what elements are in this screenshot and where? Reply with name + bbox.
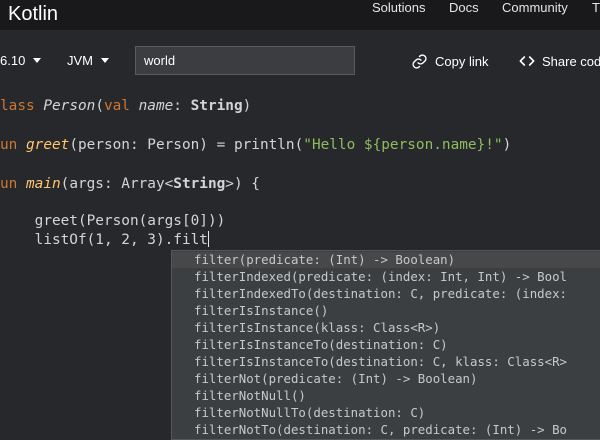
autocomplete-item[interactable]: filterNotNull()	[172, 388, 600, 404]
text-cursor	[207, 231, 209, 247]
function-call-token: listOf	[34, 232, 87, 248]
autocomplete-item[interactable]: filterIsInstanceTo(destination: C, klass…	[172, 354, 600, 370]
code-line-5: listOf(1, 2, 3).filt	[0, 231, 209, 248]
share-code-label: Share cod	[542, 53, 600, 69]
autocomplete-item[interactable]: filterIndexedTo(destination: C, predicat…	[172, 286, 600, 302]
string-literal-token: "Hello ${person.name}!"	[303, 137, 503, 153]
link-icon	[412, 54, 427, 69]
punctuation-token: )	[502, 137, 512, 153]
code-token: (args: Array<	[60, 176, 174, 192]
code-line-1: lass Person(val name: String)	[0, 98, 251, 114]
chevron-down-icon	[101, 58, 109, 63]
indent-token	[0, 213, 35, 229]
autocomplete-item[interactable]: filterIndexed(predicate: (index: Int, In…	[172, 269, 600, 285]
code-line-2: un greet(person: Person) = println("Hell…	[0, 137, 511, 153]
program-arguments-input[interactable]	[135, 46, 355, 75]
nav-solutions-link[interactable]: Solutions	[372, 0, 425, 15]
function-call-token: println	[233, 137, 295, 153]
platform-value: JVM	[67, 53, 93, 68]
copy-link-button[interactable]: Copy link	[411, 53, 488, 70]
autocomplete-item[interactable]: filterIsInstanceTo(destination: C)	[172, 337, 600, 353]
share-code-button[interactable]: Share cod	[519, 53, 600, 69]
code-icon	[519, 56, 535, 66]
class-name-token: Person	[43, 98, 96, 114]
keyword-token: un	[0, 137, 26, 153]
kotlin-version-select[interactable]: 6.10	[0, 53, 42, 68]
code-line-4: greet(Person(args[0]))	[0, 213, 226, 229]
top-navigation-bar: Kotlin Solutions Docs Community T	[0, 0, 600, 30]
autocomplete-popup: filter(predicate: (Int) -> Boolean) filt…	[171, 250, 600, 440]
punctuation-token: (	[294, 137, 304, 153]
nav-more-link[interactable]: T	[592, 0, 600, 15]
type-token: String	[173, 176, 226, 192]
chevron-down-icon	[33, 58, 42, 63]
keyword-token: val	[103, 98, 139, 114]
platform-select[interactable]: JVM	[67, 53, 109, 68]
nav-community-link[interactable]: Community	[502, 0, 568, 15]
punctuation-token: )	[242, 98, 252, 114]
kotlin-version-value: 6.10	[0, 53, 26, 68]
punctuation-token: :	[173, 98, 191, 114]
type-token: String	[190, 98, 243, 114]
function-name-token: greet	[26, 137, 70, 153]
autocomplete-item[interactable]: filterNot(predicate: (Int) -> Boolean)	[172, 371, 600, 387]
nav-docs-link[interactable]: Docs	[449, 0, 479, 15]
code-token: (Person(args[0]))	[77, 213, 226, 229]
playground-toolbar: 6.10 JVM Copy link Share cod	[0, 30, 600, 88]
punctuation-token: (	[95, 98, 104, 114]
function-call-token: greet	[34, 213, 78, 229]
kotlin-logo[interactable]: Kotlin	[8, 3, 58, 26]
code-token: >) {	[225, 176, 260, 192]
code-token: (1, 2, 3).filt	[86, 232, 208, 248]
autocomplete-item[interactable]: filterNotTo(destination: C, predicate: (…	[172, 422, 600, 438]
autocomplete-item[interactable]: filter(predicate: (Int) -> Boolean)	[172, 252, 600, 268]
copy-link-label: Copy link	[435, 54, 489, 69]
code-line-3: un main(args: Array<String>) {	[0, 176, 260, 192]
autocomplete-item[interactable]: filterNotNullTo(destination: C)	[172, 405, 600, 421]
property-name-token: name	[138, 98, 174, 114]
keyword-token: lass	[0, 98, 44, 114]
function-name-token: main	[26, 176, 61, 192]
indent-token	[0, 232, 35, 248]
keyword-token: un	[0, 176, 26, 192]
code-token: (person: Person) =	[69, 137, 234, 153]
autocomplete-item[interactable]: filterIsInstance()	[172, 303, 600, 319]
autocomplete-item[interactable]: filterIsInstance(klass: Class<R>)	[172, 320, 600, 336]
